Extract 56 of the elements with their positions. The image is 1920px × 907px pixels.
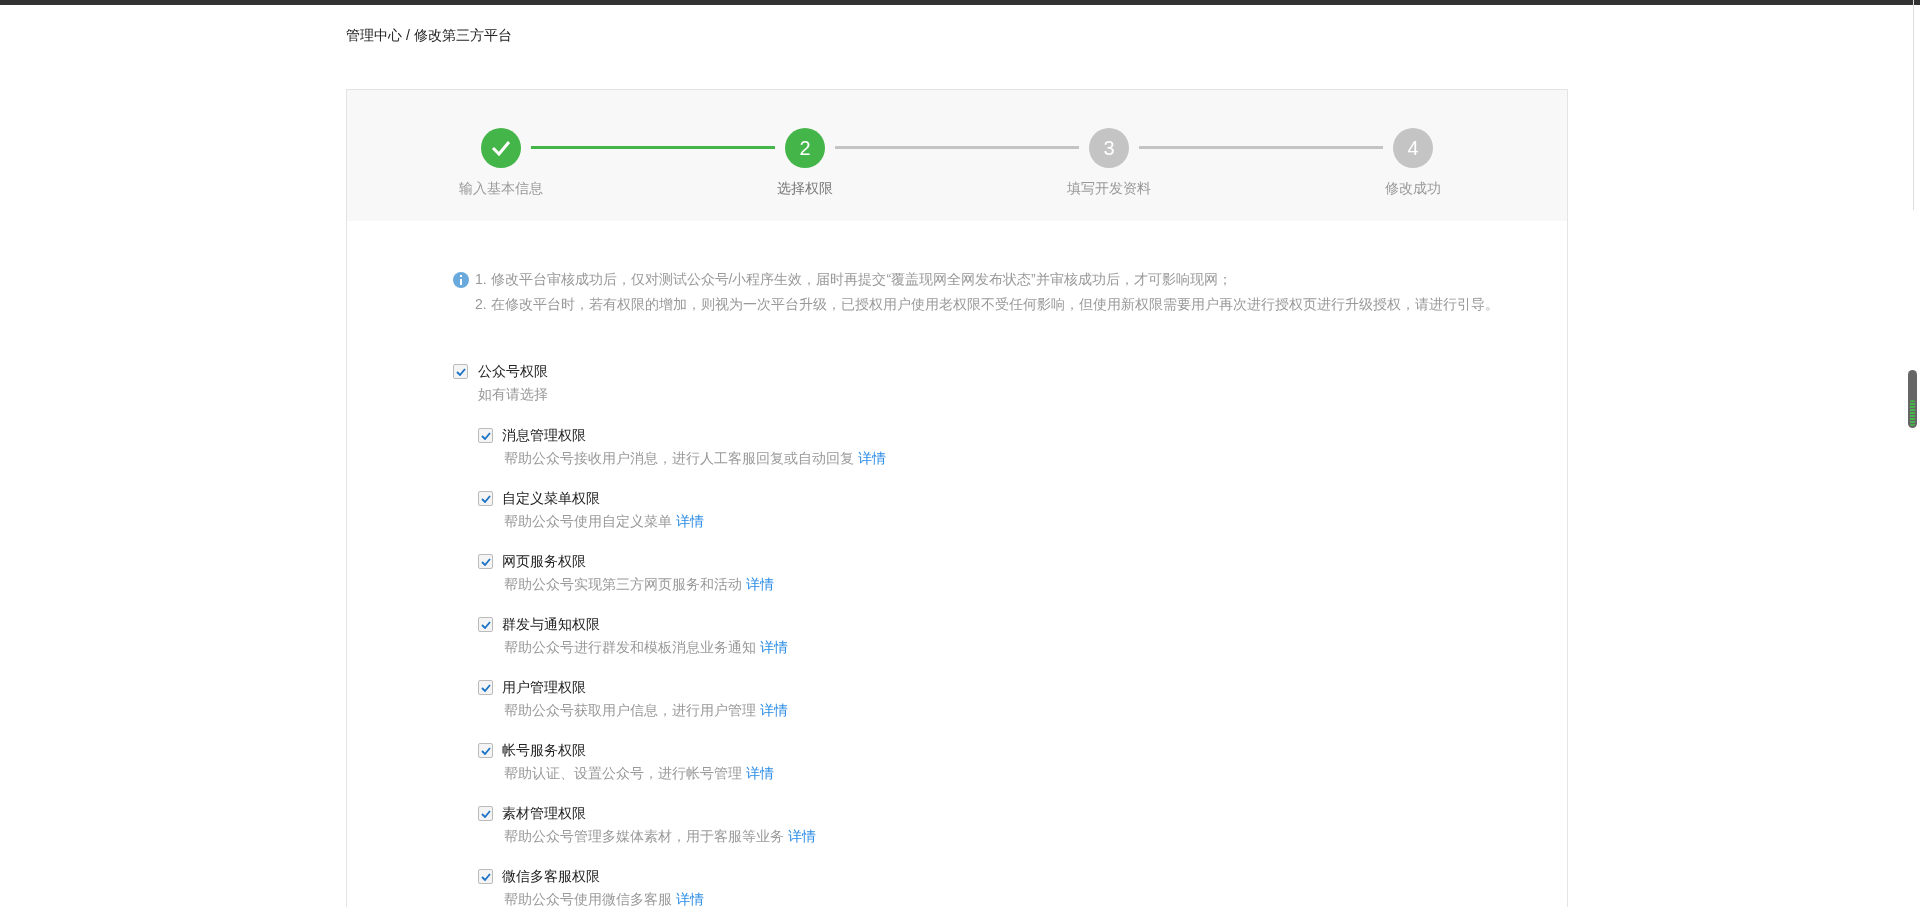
permission-description: 帮助公众号进行群发和模板消息业务通知: [504, 638, 756, 657]
permission-description: 帮助公众号实现第三方网页服务和活动: [504, 575, 742, 594]
details-link[interactable]: 详情: [788, 826, 816, 847]
details-link[interactable]: 详情: [760, 700, 788, 721]
details-link[interactable]: 详情: [760, 637, 788, 658]
breadcrumb-link[interactable]: 管理中心: [346, 25, 402, 63]
check-icon: [480, 620, 491, 629]
check-icon: [480, 872, 491, 881]
check-icon: [480, 494, 491, 503]
step-label: 修改成功: [1385, 179, 1441, 198]
permission-label: 消息管理权限: [502, 426, 586, 445]
check-icon: [491, 140, 511, 156]
checkbox[interactable]: [478, 554, 493, 569]
permission-description: 帮助公众号获取用户信息，进行用户管理: [504, 701, 756, 720]
permission-description: 帮助公众号使用自定义菜单: [504, 512, 672, 531]
permission-label: 群发与通知权限: [502, 615, 600, 634]
check-icon: [480, 431, 491, 440]
permission-description: 帮助认证、设置公众号，进行帐号管理: [504, 764, 742, 783]
notice-text: 1. 修改平台审核成功后，仅对测试公众号/小程序生效，届时再提交“覆盖现网全网发布状态”并审核成功后，才可影响现网；: [475, 270, 1233, 289]
checkbox[interactable]: [478, 869, 493, 884]
checkbox[interactable]: [478, 617, 493, 632]
checkbox[interactable]: [478, 491, 493, 506]
permission-description: 帮助公众号管理多媒体素材，用于客服等业务: [504, 827, 784, 846]
step-label: 选择权限: [777, 179, 833, 198]
checkbox[interactable]: [478, 680, 493, 695]
check-icon: [480, 809, 491, 818]
check-icon: [455, 367, 466, 376]
permission-label: 网页服务权限: [502, 552, 586, 571]
permission-label: 素材管理权限: [502, 804, 586, 823]
details-link[interactable]: 详情: [676, 511, 704, 532]
permission-label: 帐号服务权限: [502, 741, 586, 760]
checkbox[interactable]: [453, 364, 468, 379]
details-link[interactable]: 详情: [746, 574, 774, 595]
details-link[interactable]: 详情: [858, 448, 886, 469]
group-label: 公众号权限: [478, 362, 548, 381]
info-icon: [453, 272, 469, 288]
permission-label: 自定义菜单权限: [502, 489, 600, 508]
permission-label: 用户管理权限: [502, 678, 586, 697]
permission-label: 微信多客服权限: [502, 867, 600, 886]
scrollbar: [1908, 370, 1917, 428]
step-label: 输入基本信息: [459, 179, 543, 198]
permission-description: 帮助公众号使用微信多客服: [504, 890, 672, 907]
check-icon: [480, 557, 491, 566]
breadcrumb-current: 修改第三方平台: [413, 26, 512, 45]
breadcrumb-separator: /: [406, 26, 410, 45]
check-icon: [480, 746, 491, 755]
checkbox[interactable]: [478, 806, 493, 821]
group-hint: 如有请选择: [478, 385, 548, 404]
checkbox[interactable]: [478, 743, 493, 758]
checkbox[interactable]: [478, 428, 493, 443]
permission-description: 帮助公众号接收用户消息，进行人工客服回复或自动回复: [504, 449, 854, 468]
details-link[interactable]: 详情: [746, 763, 774, 784]
details-link[interactable]: 详情: [676, 889, 704, 907]
check-icon: [480, 683, 491, 692]
notice-text: 2. 在修改平台时，若有权限的增加，则视为一次平台升级，已授权用户使用老权限不受任何影响，但使用新权限需要用户再次进行授权页进行升级授权，请进行引导。: [475, 295, 1499, 314]
step-label: 填写开发资料: [1067, 179, 1151, 198]
